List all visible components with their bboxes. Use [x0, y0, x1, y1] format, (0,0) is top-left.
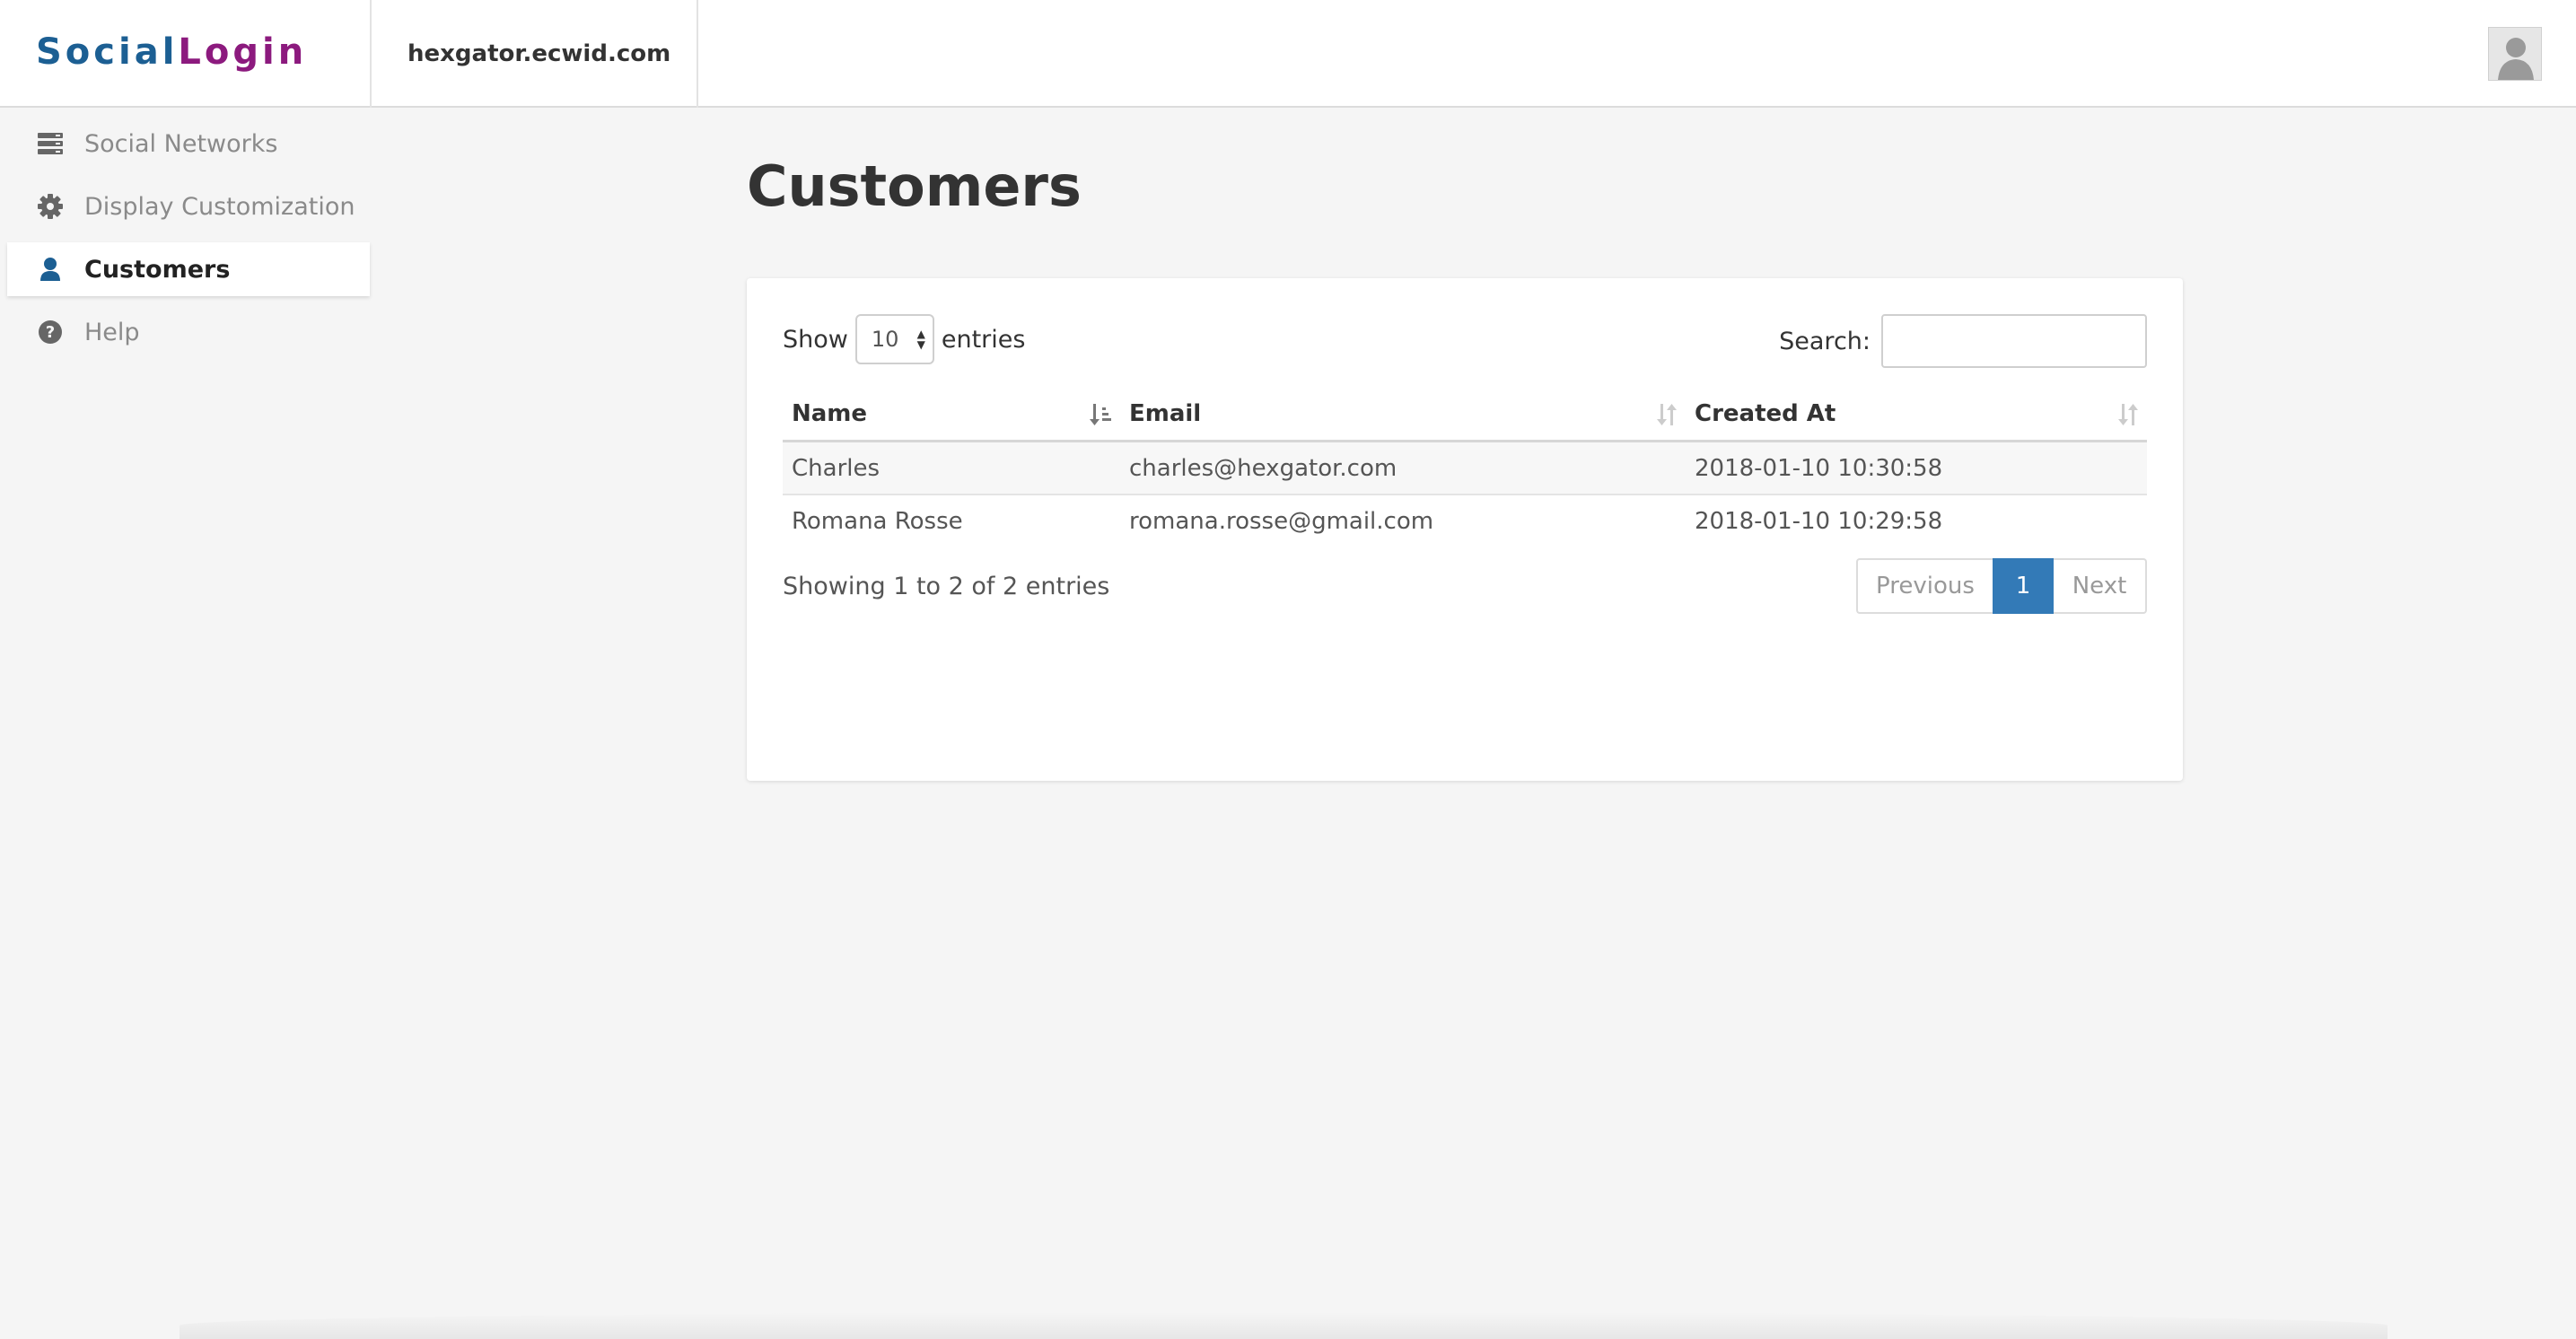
table-row[interactable]: Charles charles@hexgator.com 2018-01-10 …: [783, 441, 2147, 495]
page-1-button[interactable]: 1: [1993, 558, 2054, 614]
question-circle-icon: ?: [36, 318, 65, 346]
table-info: Showing 1 to 2 of 2 entries: [783, 573, 1110, 600]
column-header-created-at[interactable]: Created At: [1686, 388, 2147, 442]
column-header-name[interactable]: Name: [783, 388, 1120, 442]
entries-per-page-value: 10: [871, 327, 899, 352]
search-label: Search:: [1779, 327, 1871, 355]
column-header-label: Name: [792, 400, 868, 427]
user-icon: [36, 255, 65, 284]
sidebar: Social Networks Display Customization Cu…: [7, 117, 370, 368]
table-header-row: Name Email Created At: [783, 388, 2147, 442]
column-header-email[interactable]: Email: [1120, 388, 1686, 442]
search-input[interactable]: [1881, 314, 2147, 368]
sidebar-item-social-networks[interactable]: Social Networks: [7, 117, 370, 171]
server-icon: [36, 129, 65, 158]
table-row[interactable]: Romana Rosse romana.rosse@gmail.com 2018…: [783, 494, 2147, 547]
column-header-label: Created At: [1695, 400, 1836, 427]
sort-both-icon: [1657, 404, 1677, 425]
page-title: Customers: [747, 153, 1082, 219]
app-logo[interactable]: SocialLogin: [36, 29, 307, 75]
select-arrows-icon: ▲ ▼: [916, 328, 925, 351]
entries-label: entries: [941, 325, 1026, 354]
sidebar-item-label: Help: [84, 318, 140, 346]
logo-part-login: Login: [178, 31, 308, 73]
cell-email: romana.rosse@gmail.com: [1129, 507, 1434, 535]
cell-created-at: 2018-01-10 10:29:58: [1695, 507, 1943, 535]
avatar-silhouette-icon: [2498, 38, 2534, 80]
top-bar: SocialLogin hexgator.ecwid.com: [0, 0, 2576, 108]
search-control: Search:: [1779, 314, 2147, 368]
previous-page-button[interactable]: Previous: [1856, 558, 1993, 614]
pagination: Previous 1 Next: [1856, 558, 2147, 614]
entries-per-page-select[interactable]: 10 ▲ ▼: [854, 314, 934, 364]
cell-name: Charles: [783, 441, 1120, 495]
cell-created-at: 2018-01-10 10:30:58: [1686, 441, 2147, 495]
customers-panel: Show 10 ▲ ▼ entries Search: Name Email C…: [747, 278, 2183, 781]
cell-email: charles@hexgator.com: [1120, 441, 1686, 495]
svg-text:?: ?: [46, 323, 55, 342]
customers-table: Name Email Created At Charles charles@he…: [783, 388, 2147, 547]
cell-name: Romana Rosse: [792, 507, 963, 535]
sidebar-item-display-customization[interactable]: Display Customization: [7, 179, 370, 233]
sidebar-item-help[interactable]: ? Help: [7, 305, 370, 359]
user-avatar[interactable]: [2488, 27, 2542, 81]
store-name: hexgator.ecwid.com: [407, 40, 671, 67]
logo-part-social: Social: [36, 31, 179, 73]
sidebar-item-label: Customers: [84, 255, 231, 284]
sort-ascending-icon: [1090, 404, 1111, 425]
header-divider: [370, 0, 372, 108]
sort-both-icon: [2118, 404, 2138, 425]
header-divider: [697, 0, 698, 108]
column-header-label: Email: [1129, 400, 1202, 427]
sidebar-item-customers[interactable]: Customers: [7, 242, 370, 296]
show-label: Show: [783, 325, 848, 354]
sidebar-item-label: Display Customization: [84, 192, 355, 221]
next-page-button[interactable]: Next: [2054, 558, 2147, 614]
length-control: Show 10 ▲ ▼ entries: [783, 314, 1025, 364]
bottom-edge-shadow: [180, 1312, 2388, 1339]
sidebar-item-label: Social Networks: [84, 129, 278, 158]
gear-icon: [36, 192, 65, 221]
